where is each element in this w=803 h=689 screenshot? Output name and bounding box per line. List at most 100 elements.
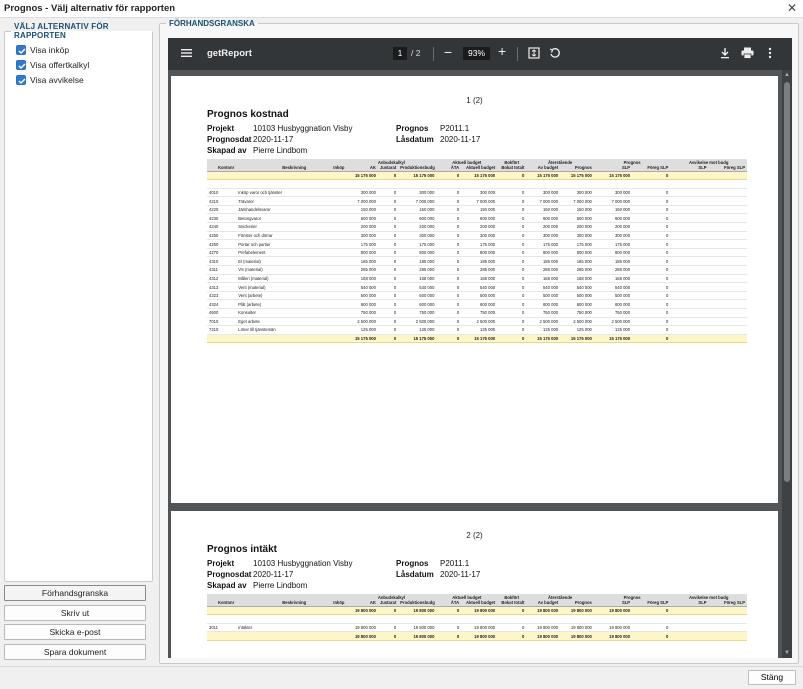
total-cell	[207, 631, 237, 641]
table-cell	[670, 308, 709, 318]
value-cell: 19 800 000	[560, 623, 594, 633]
project-label: Projekt	[207, 124, 235, 133]
preview-legend: FÖRHANDSGRANSKA	[169, 19, 255, 28]
forecast-value: P2011.1	[440, 124, 470, 133]
total-cell	[670, 171, 709, 181]
checkbox-label[interactable]: Visa offertkalkyl	[30, 60, 89, 70]
checkbox-show-purchase[interactable]: Visa inköp	[16, 45, 152, 55]
total-cell: 0	[497, 171, 527, 181]
scroll-down-icon[interactable]: ▼	[784, 650, 790, 656]
value-cell: 0	[436, 274, 462, 284]
scrollbar-thumb[interactable]	[784, 82, 790, 482]
checkbox-label[interactable]: Visa avvikelse	[30, 75, 84, 85]
value-cell: 300 000	[398, 188, 437, 198]
value-cell: 750 000	[526, 308, 561, 318]
value-cell: 285 000	[461, 265, 498, 275]
value-cell: 0	[497, 291, 527, 301]
checkbox-checked-icon[interactable]	[16, 75, 26, 85]
table-cell	[670, 317, 709, 327]
table-cell	[308, 188, 347, 198]
value-cell: 540 000	[461, 282, 498, 292]
checkbox-checked-icon[interactable]	[16, 60, 26, 70]
zoom-in-icon[interactable]: +	[498, 43, 506, 59]
window-title: Prognos - Välj alternativ för rapporten	[4, 3, 176, 14]
total-cell	[236, 334, 309, 344]
email-button[interactable]: Skicka e-post	[4, 624, 146, 640]
total-cell: 15 175 000	[526, 171, 561, 181]
value-cell: 0	[632, 308, 671, 318]
close-button[interactable]: Stäng	[748, 670, 796, 685]
print-button[interactable]: Skriv ut	[4, 605, 146, 621]
total-cell: 19 800 000	[560, 631, 594, 641]
value-cell: 600 000	[461, 213, 498, 224]
value-cell: 0	[436, 205, 462, 215]
table-cell	[560, 614, 594, 624]
zoom-level[interactable]: 93%	[463, 47, 490, 60]
report-page-1: 1 (2) Prognos kostnad Projekt 10103 Husb…	[171, 76, 778, 503]
rotate-icon[interactable]	[549, 47, 561, 62]
pdf-viewer: getReport 1 / 2 − 93% + 1 (2) Prognos ko…	[168, 38, 792, 658]
total-cell: 15 175 000	[346, 171, 378, 181]
value-cell: 2 500 000	[398, 317, 437, 327]
table-total-row: 15 175 000 0 15 175 000 0 15 175 000 0 15 175 …	[207, 171, 747, 181]
value-cell: 0	[632, 265, 671, 275]
table-row: 7210 Löner till tjänstemän 125 000 0 125 000…	[207, 325, 747, 335]
table-cell	[670, 256, 709, 267]
page-total: / 2	[411, 48, 421, 58]
value-cell: 300 000	[560, 231, 594, 241]
value-cell: 0	[377, 325, 399, 335]
total-cell: 19 800 000	[560, 606, 594, 616]
value-cell: 285 000	[560, 265, 594, 275]
total-cell: 15 175 000	[398, 171, 437, 181]
value-cell: 200 000	[560, 222, 594, 232]
close-window-icon[interactable]: ✕	[787, 1, 797, 15]
fit-page-icon[interactable]	[528, 47, 540, 62]
page-number-input[interactable]: 1	[393, 47, 407, 60]
value-cell: 0	[377, 213, 399, 224]
total-cell	[308, 606, 347, 616]
download-icon[interactable]	[719, 47, 731, 62]
total-cell: 0	[436, 171, 462, 181]
total-cell: 19 800 000	[593, 606, 633, 616]
checkbox-show-quote[interactable]: Visa offertkalkyl	[16, 60, 152, 70]
account-cell: 4260	[207, 239, 237, 249]
table-row	[207, 614, 747, 624]
checkbox-checked-icon[interactable]	[16, 45, 26, 55]
save-document-button[interactable]: Spara dokument	[4, 644, 146, 660]
table-cell	[377, 179, 399, 189]
table-cell	[346, 179, 378, 189]
table-row: 7010 Eget arbete 2 500 000 0 2 500 000 0 2 500…	[207, 317, 747, 327]
table-total-row: 15 175 000 0 15 175 000 0 15 175 000 0 15 175 …	[207, 334, 747, 344]
table-cell	[308, 614, 347, 624]
value-cell: 285 000	[398, 265, 437, 275]
value-cell: 125 000	[593, 325, 633, 335]
table-cell	[308, 196, 347, 206]
total-cell: 0	[632, 606, 671, 616]
table-row: 4270 Prefabelement 800 000 0 800 000 0 800 000…	[207, 248, 747, 258]
value-cell: 2 500 000	[461, 317, 498, 327]
table-cell	[308, 222, 347, 232]
scroll-up-icon[interactable]: ▲	[784, 72, 790, 78]
table-cell	[708, 248, 747, 258]
total-cell	[670, 606, 709, 616]
viewer-scrollbar[interactable]: ▲ ▼	[782, 70, 792, 658]
zoom-out-icon[interactable]: −	[444, 44, 452, 60]
value-cell: 750 000	[560, 308, 594, 318]
account-cell: 4240	[207, 222, 237, 232]
value-cell: 0	[436, 623, 462, 633]
table-row: 4311 VS (material) 285 000 0 285 000 0 285 000…	[207, 265, 747, 275]
menu-icon[interactable]	[181, 47, 193, 62]
checkbox-label[interactable]: Visa inköp	[30, 45, 69, 55]
table-cell	[236, 179, 309, 189]
value-cell: 0	[497, 231, 527, 241]
value-cell: 0	[436, 231, 462, 241]
column-header-cell: Bokat totalt	[497, 165, 527, 172]
forecast-date-value: 2020-11-17	[253, 135, 294, 144]
more-options-icon[interactable]	[768, 47, 772, 62]
value-cell: 185 000	[526, 256, 561, 267]
table-cell	[377, 614, 399, 624]
print-icon[interactable]	[741, 47, 754, 62]
total-cell	[708, 631, 747, 641]
preview-button[interactable]: Förhandsgranska	[4, 585, 146, 601]
checkbox-show-deviation[interactable]: Visa avvikelse	[16, 75, 152, 85]
